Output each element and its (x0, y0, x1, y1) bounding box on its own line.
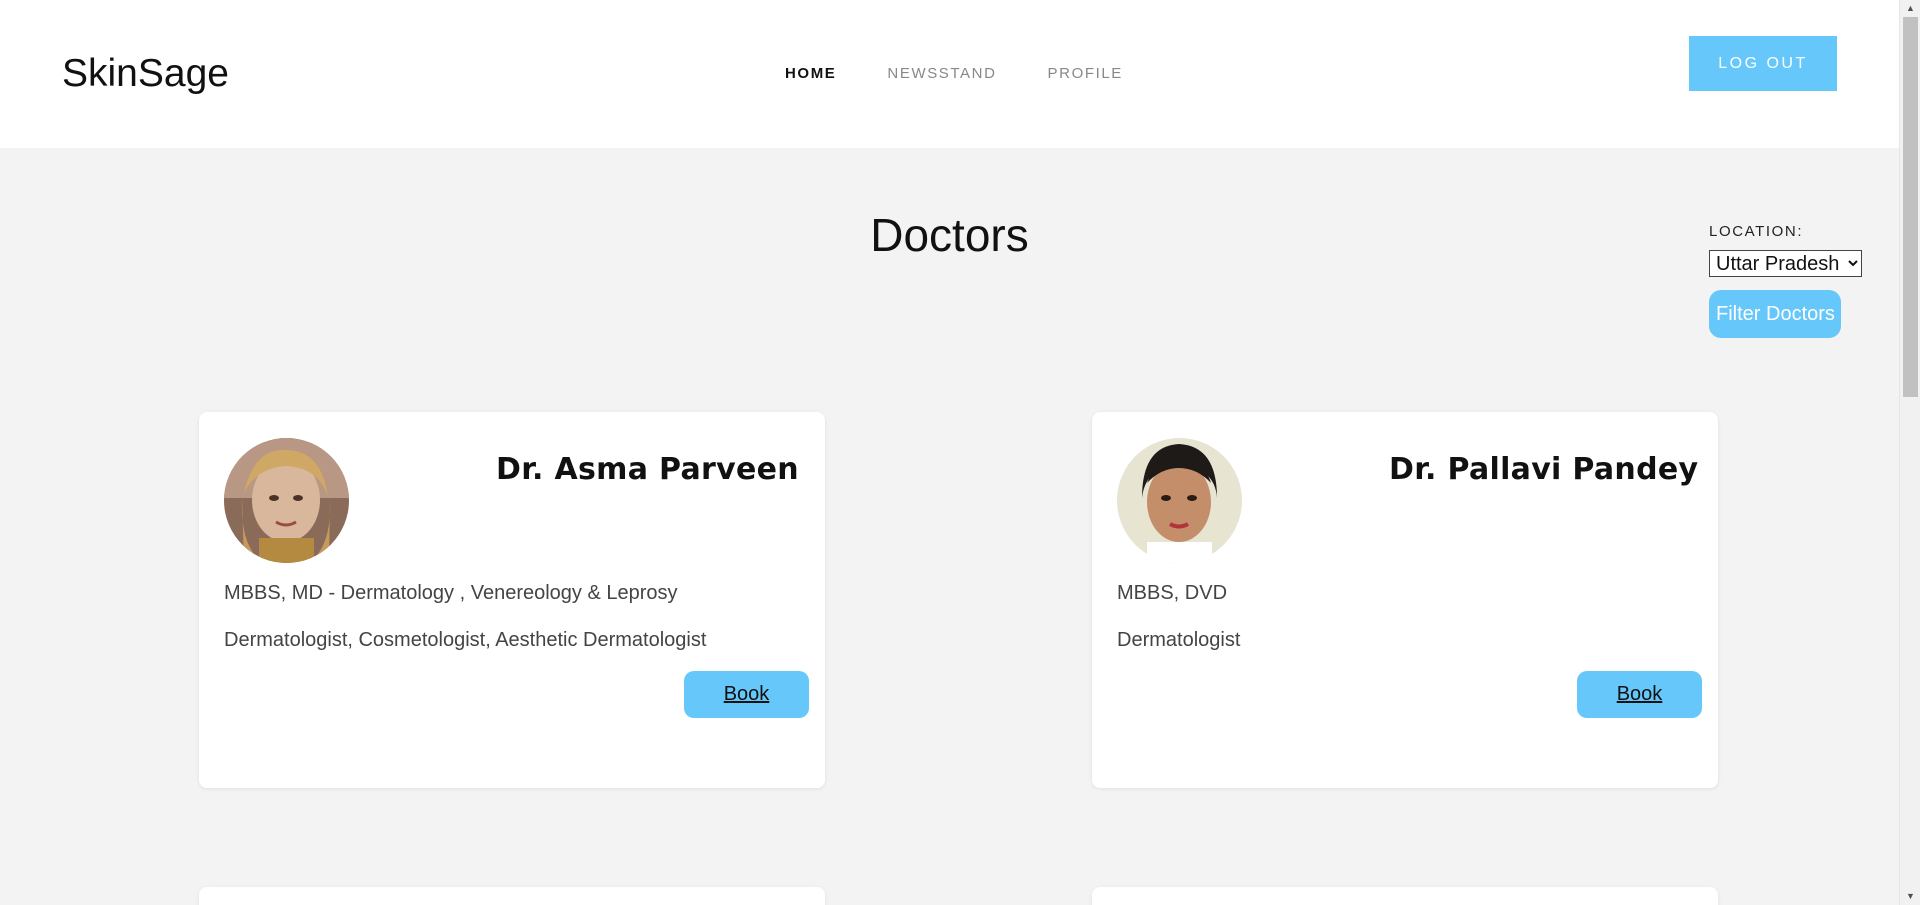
doctor-card-partial (1092, 887, 1718, 905)
doctor-card: Dr. Asma Parveen MBBS, MD - Dermatology … (199, 412, 825, 788)
doctor-card-partial (199, 887, 825, 905)
scroll-up-arrow-icon[interactable]: ▲ (1900, 0, 1920, 17)
scroll-down-arrow-icon[interactable]: ▼ (1900, 888, 1920, 905)
doctor-qualifications: MBBS, MD - Dermatology , Venereology & L… (224, 582, 678, 604)
filter-doctors-button[interactable]: Filter Doctors (1709, 290, 1841, 338)
doctor-name: Dr. Asma Parveen (496, 452, 799, 487)
top-navbar: SkinSage HOME NEWSSTAND PROFILE LOG OUT (0, 0, 1899, 148)
page-scrollbar[interactable]: ▲ ▼ (1899, 0, 1920, 905)
scroll-thumb[interactable] (1903, 17, 1918, 397)
main-nav: HOME NEWSSTAND PROFILE (785, 65, 1174, 82)
doctor-avatar (224, 438, 349, 563)
page-title: Doctors (870, 209, 1029, 261)
location-select[interactable]: Uttar Pradesh (1709, 250, 1862, 277)
logout-button[interactable]: LOG OUT (1689, 36, 1837, 91)
doctor-card: Dr. Pallavi Pandey MBBS, DVD Dermatologi… (1092, 412, 1718, 788)
nav-home[interactable]: HOME (785, 65, 836, 82)
brand-logo[interactable]: SkinSage (62, 52, 229, 96)
nav-profile[interactable]: PROFILE (1048, 65, 1123, 82)
doctor-specialties: Dermatologist (1117, 629, 1241, 651)
page: SkinSage HOME NEWSSTAND PROFILE LOG OUT … (0, 0, 1920, 905)
book-button[interactable]: Book (1577, 671, 1702, 718)
doctor-name: Dr. Pallavi Pandey (1389, 452, 1699, 487)
doctor-photo-icon (224, 438, 349, 563)
doctor-photo-icon (1117, 438, 1242, 563)
doctor-specialties: Dermatologist, Cosmetologist, Aesthetic … (224, 629, 707, 651)
location-label: LOCATION: (1709, 223, 1804, 240)
book-button[interactable]: Book (684, 671, 809, 718)
doctor-avatar (1117, 438, 1242, 563)
doctor-qualifications: MBBS, DVD (1117, 582, 1228, 604)
location-filter: LOCATION: Uttar Pradesh Filter Doctors (1709, 223, 1862, 338)
nav-newsstand[interactable]: NEWSSTAND (887, 65, 996, 82)
